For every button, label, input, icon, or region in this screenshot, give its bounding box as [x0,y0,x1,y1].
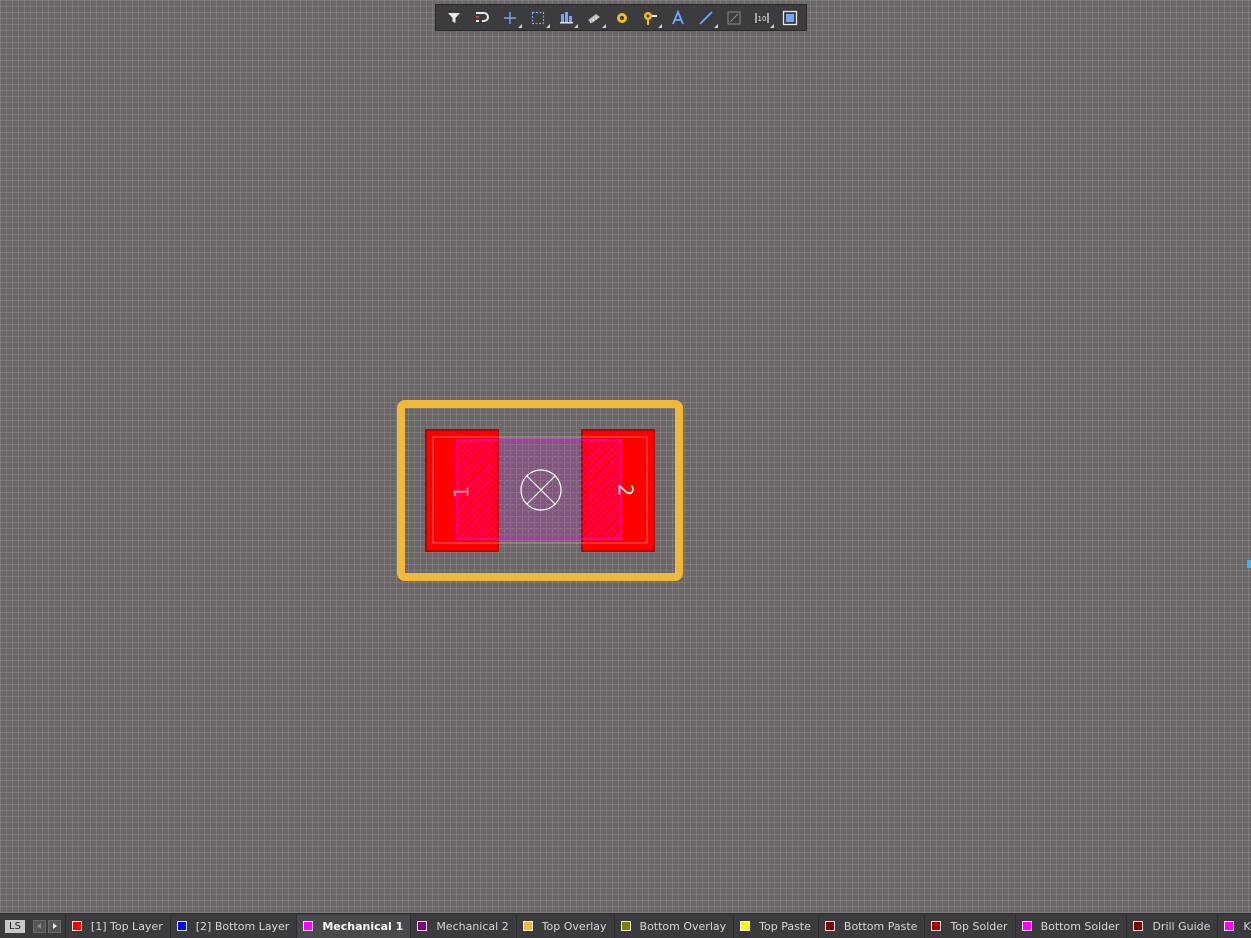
layer-tab-label: Bottom Overlay [639,919,727,933]
layer-tab-label: Drill Guide [1152,919,1211,933]
layer-tab-label: Bottom Paste [843,919,918,933]
layer-tab-label: [2] Bottom Layer [195,919,290,933]
layer-tab-label: [1] Top Layer [90,919,163,933]
layer-color-swatch [71,921,82,931]
layer-tab-label: Top Overlay [541,919,607,933]
layer-tabs: [1] Top Layer [2] Bottom Layer Mechanical … [64,914,1251,938]
layer-tab-label: Top Solder [950,919,1008,933]
layer-color-swatch [620,921,631,931]
layer-tab-label: Keep-Out Layer [1243,919,1251,933]
layer-tab[interactable]: Keep-Out Layer [1217,914,1251,938]
layer-tab[interactable]: Mechanical 2 [410,914,515,938]
layer-tab[interactable]: [2] Bottom Layer [169,914,297,938]
layer-color-swatch [522,921,533,931]
layer-tab[interactable]: Mechanical 1 [296,914,411,938]
layer-tab-label: Top Paste [759,919,811,933]
layer-color-swatch [1224,921,1235,931]
layer-color-swatch [176,921,187,931]
layer-tab[interactable]: Top Paste [733,914,818,938]
pad-1-label: 1 [450,486,474,499]
footprint-drawing[interactable]: 1 2 [0,0,1251,913]
pad-2-label: 2 [614,484,638,497]
layer-tab[interactable]: Drill Guide [1126,914,1217,938]
layer-tabs-bar: LS [1] Top Layer [2] Bottom Layer Mechanic… [0,913,1251,938]
layer-tab-label: Mechanical 2 [436,919,509,933]
layer-tab[interactable]: Bottom Overlay [613,914,734,938]
layer-tab-label: Mechanical 1 [322,919,404,933]
layer-color-swatch [824,921,835,931]
layer-color-swatch [303,921,314,931]
layer-color-swatch [1133,921,1144,931]
layer-color-swatch [417,921,428,931]
layer-tab[interactable]: Top Overlay [515,914,614,938]
layer-color-swatch [740,921,751,931]
layer-tab[interactable]: [1] Top Layer [64,914,170,938]
layer-set-button[interactable]: LS [5,919,25,933]
layer-tab[interactable]: Top Solder [924,914,1014,938]
layer-next-button[interactable] [47,919,61,933]
layer-tab[interactable]: Bottom Paste [817,914,925,938]
layer-prev-button[interactable] [32,919,46,933]
layer-nav [31,919,61,933]
layer-color-swatch [1021,921,1032,931]
layer-color-swatch [931,921,942,931]
layer-tab-label: Bottom Solder [1040,919,1120,933]
layer-tab[interactable]: Bottom Solder [1014,914,1127,938]
